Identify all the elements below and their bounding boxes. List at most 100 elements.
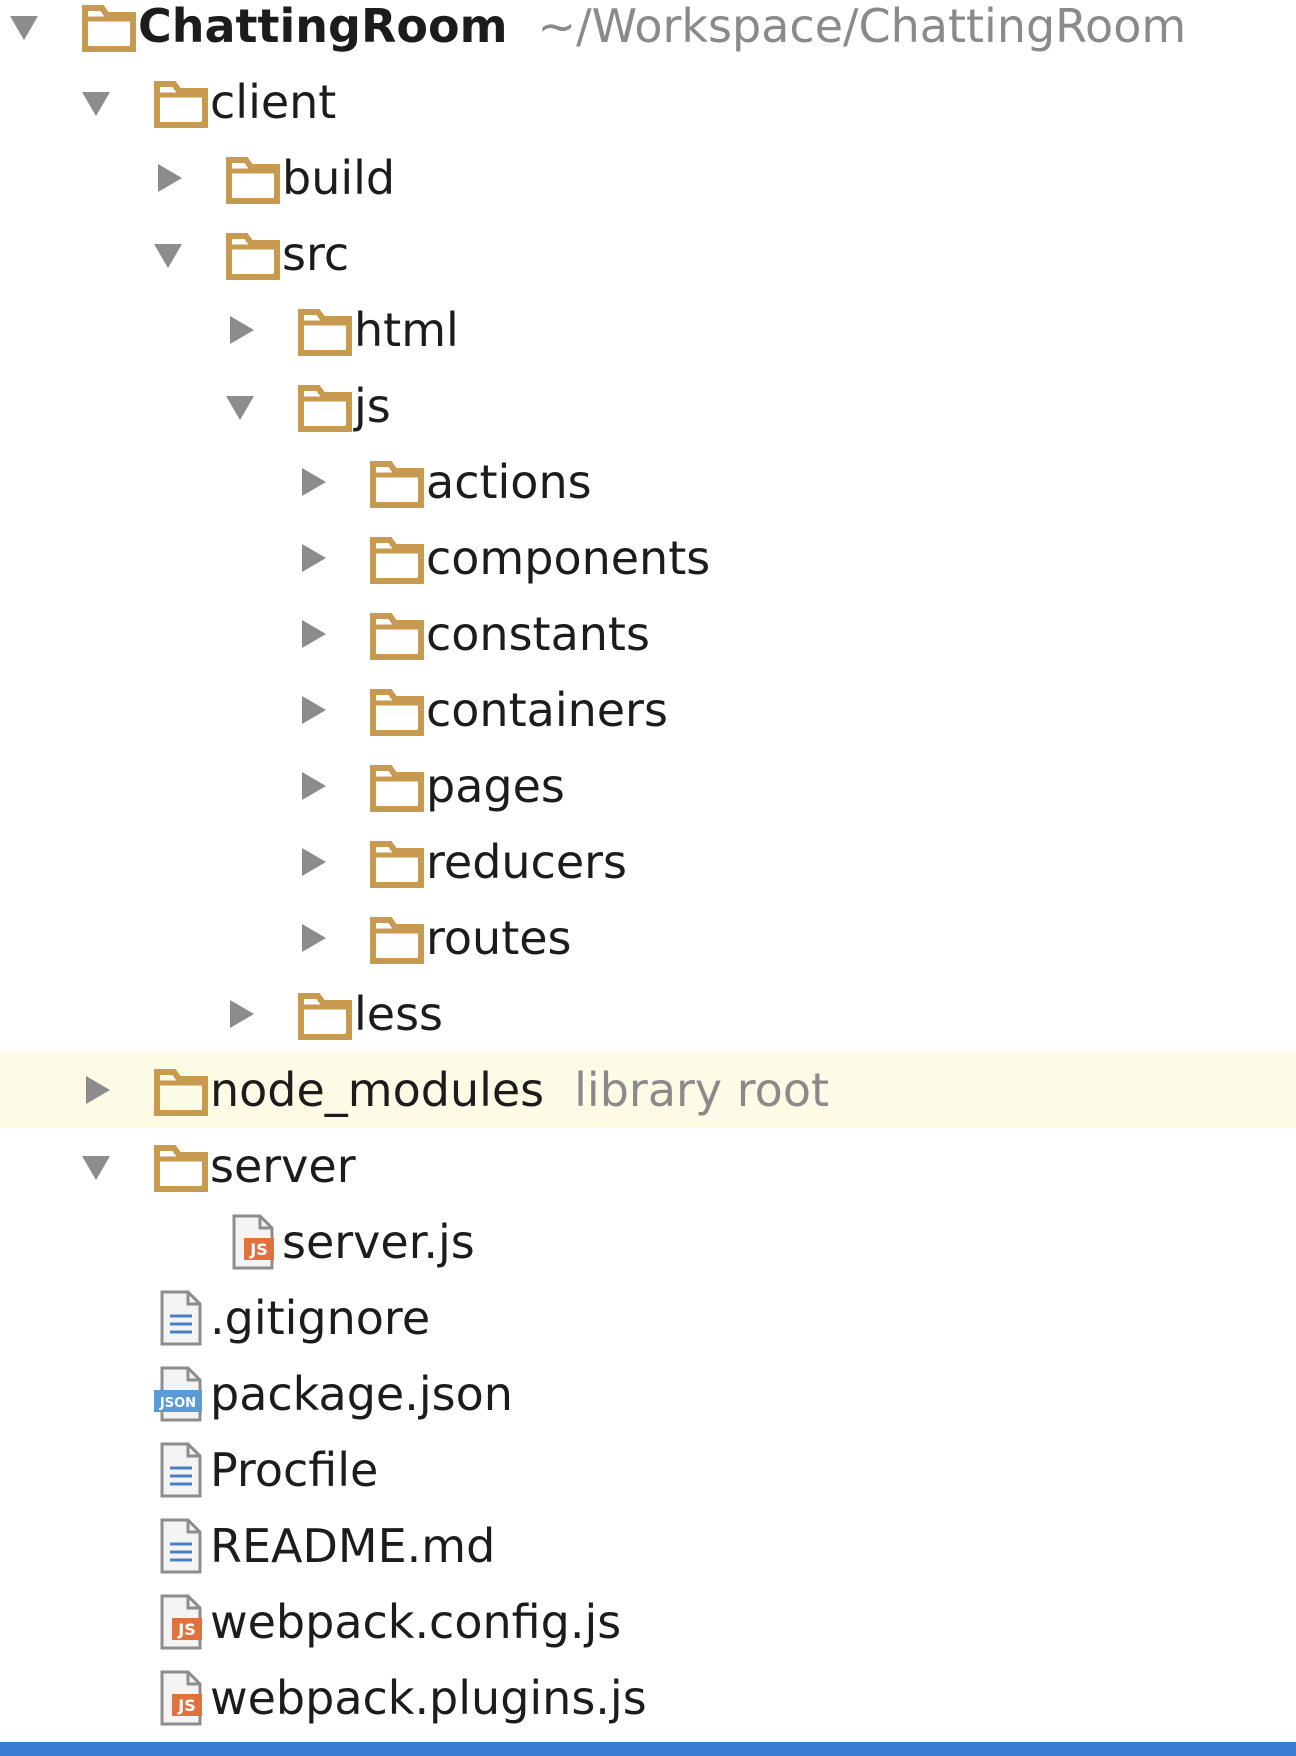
triangle-right-icon[interactable] xyxy=(80,1072,112,1108)
tree-row-pages[interactable]: pages xyxy=(0,748,1296,824)
folder-icon xyxy=(368,682,426,742)
triangle-right-icon[interactable] xyxy=(296,616,328,652)
tree-item-text: js xyxy=(354,379,391,433)
tree-row-client[interactable]: client xyxy=(0,64,1296,140)
tree-item-label: reducers xyxy=(426,835,628,889)
tree-item-label: webpack.plugins.js xyxy=(210,1671,647,1725)
triangle-right-icon[interactable] xyxy=(296,464,328,500)
tree-row-components[interactable]: components xyxy=(0,520,1296,596)
tree-row-build[interactable]: build xyxy=(0,140,1296,216)
tree-row-readme[interactable]: README.md xyxy=(0,1508,1296,1584)
tree-item-text: less xyxy=(354,987,443,1041)
js-file-icon: JS xyxy=(152,1592,210,1652)
tree-row-less[interactable]: less xyxy=(0,976,1296,1052)
triangle-right-icon[interactable] xyxy=(296,920,328,956)
triangle-right-icon[interactable] xyxy=(152,160,184,196)
tree-item-label: routes xyxy=(426,911,572,965)
tree-item-hint: library root xyxy=(574,1063,829,1117)
triangle-down-icon[interactable] xyxy=(8,8,40,44)
triangle-down-icon[interactable] xyxy=(80,1148,112,1184)
folder-icon xyxy=(368,606,426,666)
tree-row-constants[interactable]: constants xyxy=(0,596,1296,672)
triangle-right-icon[interactable] xyxy=(224,996,256,1032)
selection-bar xyxy=(0,1742,1296,1756)
triangle-right-icon[interactable] xyxy=(296,692,328,728)
tree-row-containers[interactable]: containers xyxy=(0,672,1296,748)
tree-item-text: webpack.plugins.js xyxy=(210,1671,647,1725)
folder-icon xyxy=(296,302,354,362)
tree-row-actions[interactable]: actions xyxy=(0,444,1296,520)
triangle-down-icon[interactable] xyxy=(152,236,184,272)
tree-item-label: src xyxy=(282,227,350,281)
tree-item-text: containers xyxy=(426,683,668,737)
tree-item-text: reducers xyxy=(426,835,627,889)
tree-item-text: webpack.config.js xyxy=(210,1595,621,1649)
triangle-right-icon[interactable] xyxy=(296,844,328,880)
triangle-down-icon[interactable] xyxy=(80,84,112,120)
tree-item-label: components xyxy=(426,531,711,585)
tree-row-webpack-config[interactable]: JS webpack.config.js xyxy=(0,1584,1296,1660)
tree-row-root[interactable]: ChattingRoom ~/Workspace/ChattingRoom xyxy=(0,0,1296,64)
svg-text:JS: JS xyxy=(177,1696,195,1715)
tree-item-label: ChattingRoom xyxy=(138,0,508,53)
text-file-icon xyxy=(152,1516,210,1576)
folder-icon xyxy=(368,454,426,514)
tree-item-text: server.js xyxy=(282,1215,475,1269)
tree-item-text: constants xyxy=(426,607,650,661)
tree-item-label: containers xyxy=(426,683,668,737)
tree-row-html[interactable]: html xyxy=(0,292,1296,368)
tree-item-label: js xyxy=(354,379,391,433)
tree-item-text: node_modules library root xyxy=(210,1063,829,1117)
text-file-icon xyxy=(152,1440,210,1500)
tree-item-text: Procfile xyxy=(210,1443,378,1497)
tree-item-text: build xyxy=(282,151,395,205)
text-file-icon xyxy=(152,1288,210,1348)
tree-item-text: README.md xyxy=(210,1519,495,1573)
triangle-down-icon[interactable] xyxy=(224,388,256,424)
tree-item-text: html xyxy=(354,303,459,357)
tree-row-server[interactable]: server xyxy=(0,1128,1296,1204)
folder-icon xyxy=(152,1138,210,1198)
project-tree: ChattingRoom ~/Workspace/ChattingRoom cli… xyxy=(0,0,1296,1756)
tree-row-gitignore[interactable]: .gitignore xyxy=(0,1280,1296,1356)
tree-row-webpack-plugins[interactable]: JS webpack.plugins.js xyxy=(0,1660,1296,1736)
tree-item-text: actions xyxy=(426,455,592,509)
tree-item-label: less xyxy=(354,987,444,1041)
tree-item-text: ChattingRoom ~/Workspace/ChattingRoom xyxy=(138,0,1186,53)
tree-item-label: server xyxy=(210,1139,356,1193)
tree-item-label: README.md xyxy=(210,1519,496,1573)
tree-row-package-json[interactable]: JSON package.json xyxy=(0,1356,1296,1432)
tree-item-label: client xyxy=(210,75,337,129)
folder-icon xyxy=(152,1062,210,1122)
tree-row-routes[interactable]: routes xyxy=(0,900,1296,976)
tree-item-label: node_modules xyxy=(210,1063,545,1117)
tree-row-procfile[interactable]: Procfile xyxy=(0,1432,1296,1508)
js-file-icon: JS xyxy=(152,1668,210,1728)
tree-item-text: package.json xyxy=(210,1367,513,1421)
tree-row-node-modules[interactable]: node_modules library root xyxy=(0,1052,1296,1128)
tree-item-text: client xyxy=(210,75,336,129)
triangle-right-icon[interactable] xyxy=(224,312,256,348)
tree-row-src[interactable]: src xyxy=(0,216,1296,292)
triangle-right-icon[interactable] xyxy=(296,768,328,804)
tree-item-label: .gitignore xyxy=(210,1291,431,1345)
folder-icon xyxy=(224,226,282,286)
tree-item-label: build xyxy=(282,151,396,205)
svg-text:JS: JS xyxy=(249,1240,267,1259)
tree-item-text: server xyxy=(210,1139,356,1193)
tree-row-server-js[interactable]: JS server.js xyxy=(0,1204,1296,1280)
folder-icon xyxy=(80,0,138,58)
folder-icon xyxy=(152,74,210,134)
folder-icon xyxy=(368,834,426,894)
tree-item-label: pages xyxy=(426,759,565,813)
tree-row-js[interactable]: js xyxy=(0,368,1296,444)
folder-icon xyxy=(224,150,282,210)
tree-row-reducers[interactable]: reducers xyxy=(0,824,1296,900)
tree-item-text: pages xyxy=(426,759,565,813)
tree-item-label: webpack.config.js xyxy=(210,1595,622,1649)
tree-item-label: Procfile xyxy=(210,1443,379,1497)
svg-text:JSON: JSON xyxy=(159,1396,196,1411)
triangle-right-icon[interactable] xyxy=(296,540,328,576)
folder-icon xyxy=(368,530,426,590)
tree-item-text: .gitignore xyxy=(210,1291,430,1345)
